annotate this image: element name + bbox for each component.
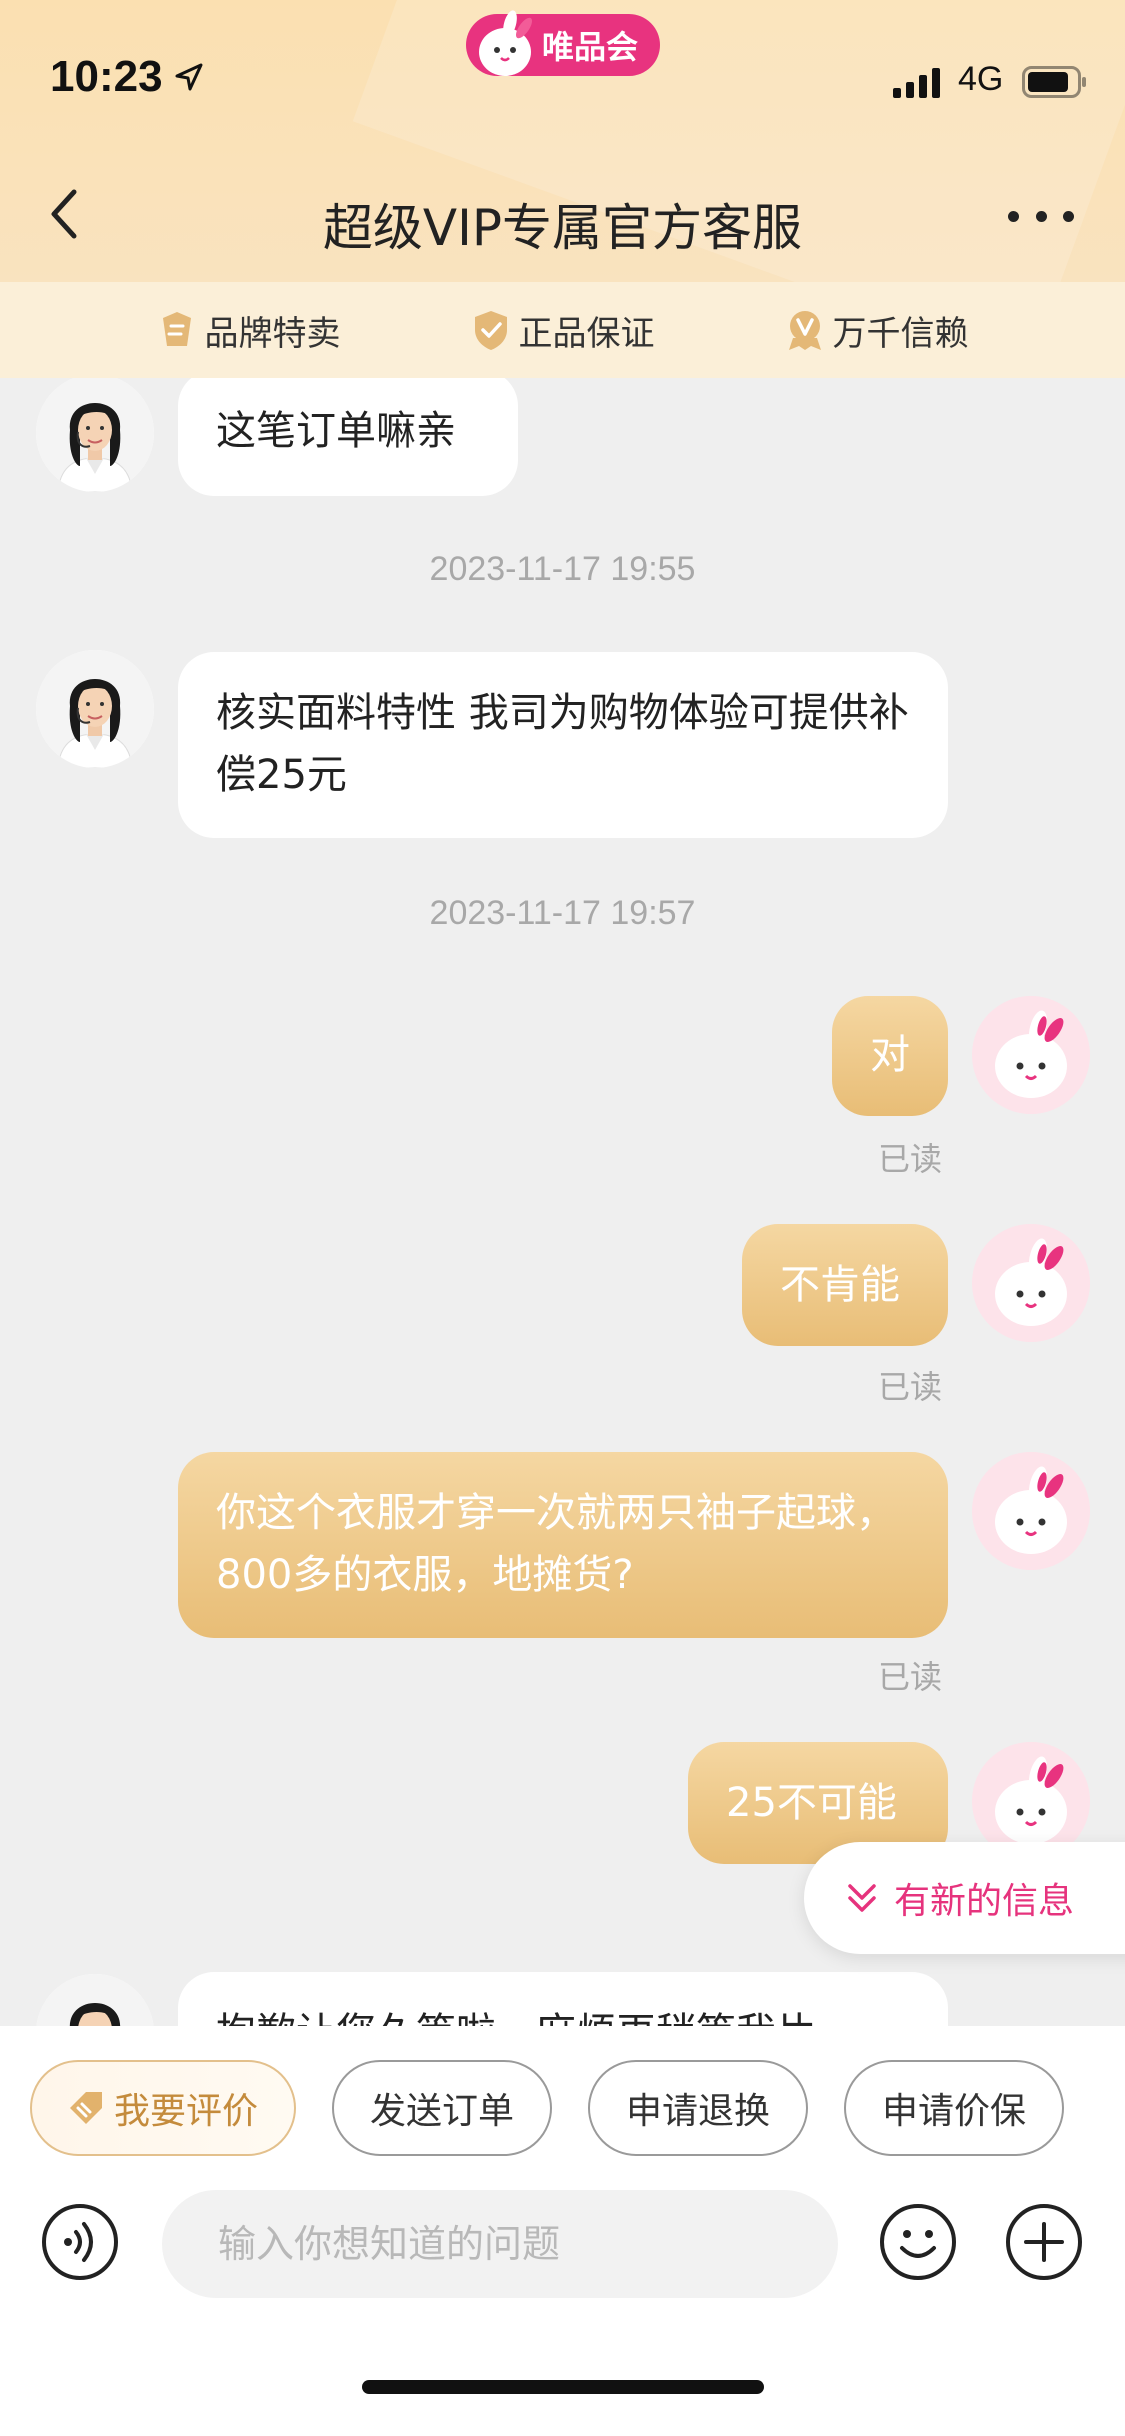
review-tag-icon — [70, 2092, 102, 2124]
chat-header: 10:23 唯品会 4G 超级VIP专属官方客服 — [0, 0, 1125, 282]
page-title: 超级VIP专属官方客服 — [322, 199, 803, 257]
feature-authentic: 正品保证 — [471, 306, 655, 355]
mascot-icon — [479, 10, 533, 76]
rabbit-mascot-avatar-icon — [972, 1224, 1090, 1342]
price-protection-chip[interactable]: 申请价保 — [844, 2060, 1065, 2156]
chip-label: 申请退换 — [626, 2091, 771, 2132]
user-avatar[interactable] — [972, 1224, 1090, 1342]
bottom-input-panel: 我要评价 发送订单 申请退换 申请价保 — [0, 2026, 1125, 2436]
status-bar: 10:23 唯品会 4G — [0, 0, 1125, 150]
voice-input-icon[interactable] — [40, 2202, 120, 2282]
tag-icon — [162, 312, 191, 346]
shield-check-icon — [474, 311, 507, 350]
clock-text: 10:23 — [50, 52, 163, 101]
agent-avatar[interactable] — [36, 1974, 154, 2026]
emoji-icon[interactable] — [878, 2202, 958, 2282]
new-message-label: 有新的信息 — [894, 1881, 1075, 1922]
customer-service-avatar-icon — [36, 378, 154, 492]
feature-brand-sale: 品牌特卖 — [157, 306, 341, 355]
chip-label: 发送订单 — [370, 2091, 515, 2132]
battery-icon — [1022, 66, 1086, 98]
rabbit-mascot-avatar-icon — [972, 996, 1090, 1114]
message-text: 25不可能 — [726, 1780, 897, 1826]
incoming-message-bubble[interactable]: 这笔订单嘛亲 — [178, 378, 518, 496]
message-timestamp: 2023-11-17 19:55 — [429, 550, 696, 588]
network-type: 4G — [958, 60, 1004, 98]
incoming-message-bubble[interactable]: 核实面料特性 我司为购物体验可提供补偿25元 — [178, 652, 948, 838]
new-message-indicator[interactable]: 有新的信息 — [804, 1842, 1125, 1954]
v-medal-icon — [788, 311, 821, 350]
read-receipt: 已读 — [878, 1368, 943, 1406]
navigation-bar: 超级VIP专属官方客服 — [0, 160, 1125, 270]
user-avatar[interactable] — [972, 996, 1090, 1114]
chat-messages-area[interactable]: 这笔订单嘛亲 2023-11-17 19:55 核实面料特性 我司为购物体验可提… — [0, 378, 1125, 2026]
brand-name: 唯品会 — [542, 28, 639, 66]
cellular-signal-icon — [893, 68, 940, 98]
read-receipt: 已读 — [878, 1140, 943, 1178]
customer-service-avatar-icon — [36, 650, 154, 768]
trust-features-bar: 品牌特卖 正品保证 万千信赖 — [0, 282, 1125, 378]
outgoing-message-bubble[interactable]: 不肯能 — [742, 1224, 948, 1346]
review-chip[interactable]: 我要评价 — [30, 2060, 297, 2156]
brand-badge[interactable]: 唯品会 — [466, 10, 661, 76]
status-time: 10:23 — [50, 52, 205, 102]
location-arrow-icon — [175, 63, 203, 91]
rabbit-mascot-avatar-icon — [972, 1452, 1090, 1570]
send-order-chip[interactable]: 发送订单 — [332, 2060, 553, 2156]
feature-label: 万千信赖 — [832, 313, 969, 354]
home-indicator — [362, 2380, 764, 2394]
chip-label: 申请价保 — [882, 2091, 1027, 2132]
message-input-row — [40, 2188, 1090, 2298]
message-text: 这笔订单嘛亲 — [216, 408, 456, 454]
incoming-message-bubble[interactable]: 抱歉让您久等啦，麻烦再稍等我片 — [178, 1972, 948, 2026]
more-options-icon[interactable] — [1008, 196, 1074, 236]
feature-trusted: 万千信赖 — [785, 306, 969, 355]
message-text: 抱歉让您久等啦，麻烦再稍等我片 — [216, 2010, 816, 2026]
read-receipt: 已读 — [878, 1658, 943, 1696]
feature-label: 正品保证 — [518, 313, 655, 354]
message-text: 不肯能 — [780, 1262, 900, 1308]
message-text: 对 — [870, 1032, 910, 1078]
user-avatar[interactable] — [972, 1452, 1090, 1570]
quick-action-row: 我要评价 发送订单 申请退换 申请价保 — [30, 2060, 1065, 2156]
message-text: 你这个衣服才穿一次就两只袖子起球，800多的衣服，地摊货? — [216, 1490, 896, 1598]
message-timestamp: 2023-11-17 19:57 — [429, 894, 696, 932]
return-exchange-chip[interactable]: 申请退换 — [588, 2060, 809, 2156]
outgoing-message-bubble[interactable]: 对 — [832, 996, 948, 1116]
agent-avatar[interactable] — [36, 650, 154, 768]
double-chevron-down-icon — [848, 1884, 876, 1912]
outgoing-message-bubble[interactable]: 你这个衣服才穿一次就两只袖子起球，800多的衣服，地摊货? — [178, 1452, 948, 1638]
agent-avatar[interactable] — [36, 378, 154, 492]
message-input[interactable] — [162, 2190, 838, 2298]
customer-service-avatar-icon — [36, 1974, 154, 2026]
feature-label: 品牌特卖 — [204, 313, 341, 354]
plus-icon[interactable] — [1004, 2202, 1084, 2282]
chip-label: 我要评价 — [114, 2091, 259, 2132]
message-text: 核实面料特性 我司为购物体验可提供补偿25元 — [216, 690, 909, 798]
